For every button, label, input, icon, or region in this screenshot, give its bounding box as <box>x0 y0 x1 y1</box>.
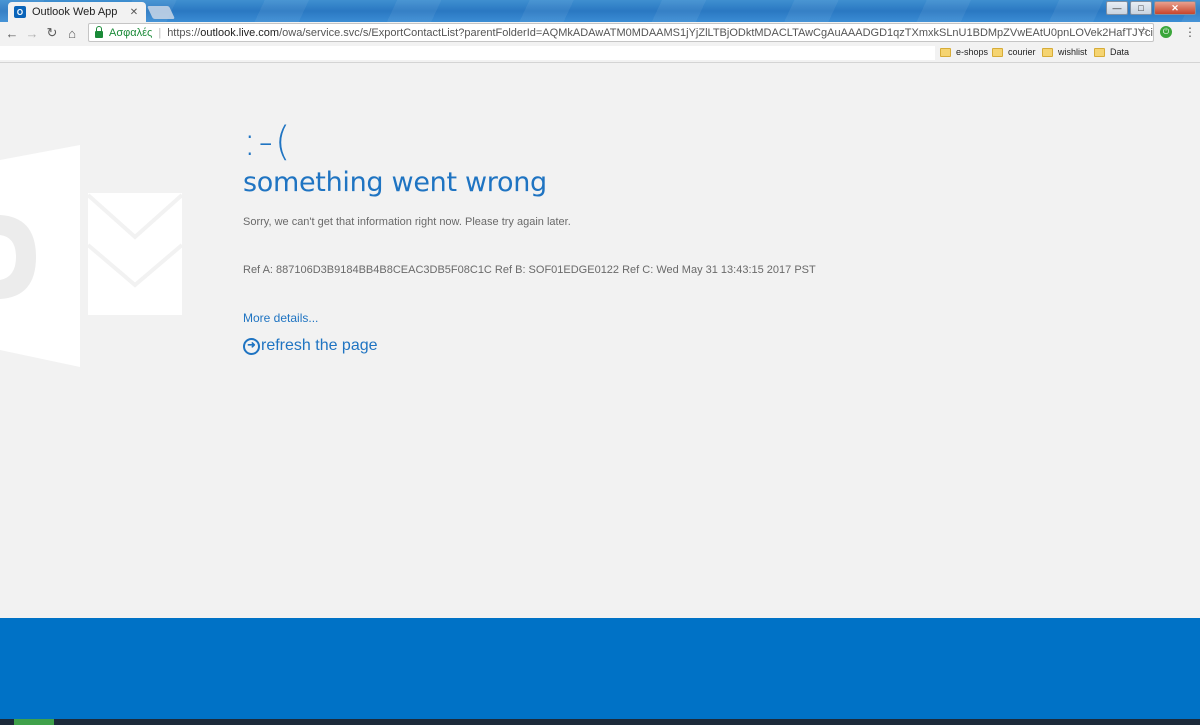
secure-label: Ασφαλές <box>109 26 153 39</box>
maximize-button[interactable]: □ <box>1130 1 1152 15</box>
bookmark-label: courier <box>1008 47 1036 57</box>
lock-icon <box>95 26 103 38</box>
tab-close-icon[interactable]: ✕ <box>128 7 140 18</box>
error-message: Sorry, we can't get that information rig… <box>243 216 571 228</box>
browser-toolbar: ← → ↻ ⌂ Ασφαλές | https://outlook.live.c… <box>0 22 1200 44</box>
window-controls: — □ ✕ <box>1106 1 1196 15</box>
bookmark-e-shops[interactable]: e-shops <box>940 47 988 57</box>
folder-icon <box>940 47 951 57</box>
bookmark-wishlist[interactable]: wishlist <box>1042 47 1087 57</box>
back-button[interactable]: ← <box>4 25 20 41</box>
folder-icon <box>992 47 1003 57</box>
refresh-page-link[interactable]: ➜ refresh the page <box>243 337 378 355</box>
more-details-link[interactable]: More details... <box>243 311 318 325</box>
refresh-arrow-icon: ➜ <box>243 337 260 355</box>
refresh-label: refresh the page <box>261 337 378 354</box>
outlook-favicon-icon: O <box>14 6 26 18</box>
url-text[interactable]: https://outlook.live.com/owa/service.svc… <box>167 27 1153 39</box>
folder-icon <box>1042 47 1053 57</box>
browser-menu-icon[interactable]: ⋮ <box>1184 25 1196 39</box>
star-icon[interactable]: ☆ <box>1138 24 1149 38</box>
redacted-bookmarks <box>0 46 935 60</box>
outlook-logo-icon <box>0 145 184 367</box>
address-separator: | <box>158 26 162 39</box>
address-bar[interactable]: Ασφαλές | https://outlook.live.com/owa/s… <box>88 23 1154 42</box>
footer-band <box>0 618 1200 719</box>
url-path: /owa/service.svc/s/ExportContactList?par… <box>279 26 1153 39</box>
window-title-bar: O Outlook Web App ✕ — □ ✕ <box>0 0 1200 22</box>
url-host: outlook.live.com <box>200 26 280 39</box>
home-button[interactable]: ⌂ <box>64 25 80 41</box>
folder-icon <box>1094 47 1105 57</box>
bookmark-label: e-shops <box>956 47 989 57</box>
bookmark-data[interactable]: Data <box>1094 47 1129 57</box>
close-window-button[interactable]: ✕ <box>1154 1 1196 15</box>
extension-power-icon[interactable]: ⏻ <box>1160 26 1172 38</box>
url-scheme: https:// <box>167 26 201 39</box>
new-tab-button[interactable] <box>146 6 176 19</box>
error-references: Ref A: 887106D3B9184BB4B8CEAC3DB5F08C1C … <box>243 264 816 276</box>
os-taskbar <box>0 719 1200 725</box>
tab-outlook-web-app[interactable]: O Outlook Web App ✕ <box>8 2 146 22</box>
bookmark-label: Data <box>1110 47 1130 57</box>
forward-button[interactable]: → <box>24 25 40 41</box>
reload-button[interactable]: ↻ <box>44 25 60 41</box>
error-headline: something went wrong <box>243 167 547 198</box>
bookmark-label: wishlist <box>1058 47 1088 57</box>
error-smiley: :-( <box>243 119 293 165</box>
tab-title: Outlook Web App <box>32 6 118 18</box>
minimize-button[interactable]: — <box>1106 1 1128 15</box>
bookmark-courier[interactable]: courier <box>992 47 1036 57</box>
